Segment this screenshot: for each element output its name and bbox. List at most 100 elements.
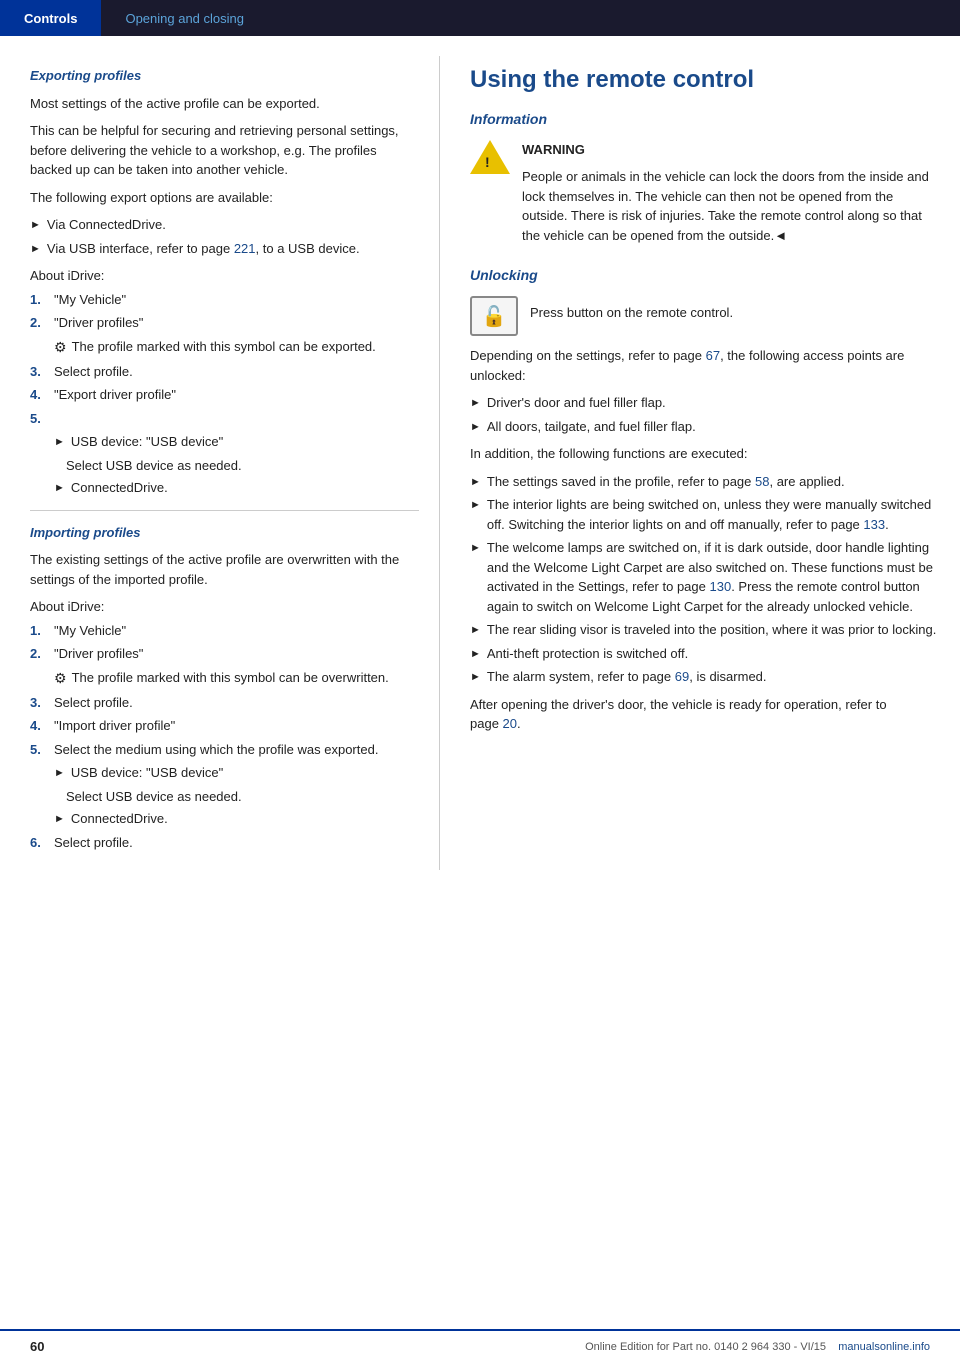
func-bullet-4: ► The rear sliding visor is traveled int… <box>470 620 940 640</box>
export-steps: 1. "My Vehicle" 2. "Driver profiles" ⚙ T… <box>30 290 419 498</box>
page-footer: 60 Online Edition for Part no. 0140 2 96… <box>0 1329 960 1362</box>
info-title: Information <box>470 109 940 130</box>
func-bullet-5-text: Anti-theft protection is switched off. <box>487 644 688 664</box>
page-ref-69: 69 <box>675 669 689 684</box>
func-bullet-3: ► The welcome lamps are switched on, if … <box>470 538 940 616</box>
export-step-5: 5. <box>30 409 419 429</box>
export-p3: The following export options are availab… <box>30 188 419 208</box>
bullet-arrow-icon: ► <box>54 811 65 828</box>
unlock-p1: Depending on the settings, refer to page… <box>470 346 940 385</box>
step-text: Select USB device as needed. <box>66 787 242 807</box>
footer-site: manualsonline.info <box>838 1341 930 1353</box>
unlock-bullets: ► Driver's door and fuel filler flap. ► … <box>470 393 940 436</box>
step-text: The profile marked with this symbol can … <box>72 668 389 688</box>
page-ref-58: 58 <box>755 474 769 489</box>
bullet-arrow-icon: ► <box>54 434 65 451</box>
step-num: 2. <box>30 313 46 333</box>
page-ref-20: 20 <box>503 716 517 731</box>
step-text: "Driver profiles" <box>54 313 143 333</box>
step-num: 6. <box>30 833 46 853</box>
step-text: Select the medium using which the profil… <box>54 740 378 760</box>
bullet-arrow-icon: ► <box>470 497 481 514</box>
bullet-arrow-icon: ► <box>54 480 65 497</box>
warning-triangle-icon <box>470 140 510 174</box>
bullet-arrow-icon: ► <box>470 474 481 491</box>
import-step-5: 5. Select the medium using which the pro… <box>30 740 419 760</box>
warning-content: WARNING People or animals in the vehicle… <box>522 140 940 254</box>
import-step-6: 6. Select profile. <box>30 833 419 853</box>
import-step-3: 3. Select profile. <box>30 693 419 713</box>
step-text: "My Vehicle" <box>54 621 126 641</box>
bullet-arrow-icon: ► <box>470 540 481 557</box>
export-step-2a: ⚙ The profile marked with this symbol ca… <box>54 337 419 358</box>
footer-text-content: Online Edition for Part no. 0140 2 964 3… <box>585 1341 826 1353</box>
about-idrive-label: About iDrive: <box>30 266 419 286</box>
step-text: The profile marked with this symbol can … <box>72 337 376 357</box>
import-step-1: 1. "My Vehicle" <box>30 621 419 641</box>
import-steps: 1. "My Vehicle" 2. "Driver profiles" ⚙ T… <box>30 621 419 853</box>
step-text: USB device: "USB device" <box>71 763 223 783</box>
warning-text: People or animals in the vehicle can loc… <box>522 167 940 245</box>
unlock-icon-box: 🔓 <box>470 296 518 336</box>
export-step-1: 1. "My Vehicle" <box>30 290 419 310</box>
export-bullet-1-text: Via ConnectedDrive. <box>47 215 166 235</box>
after-p: After opening the driver's door, the veh… <box>470 695 940 734</box>
export-step-5b: ► ConnectedDrive. <box>54 478 419 498</box>
export-step-2: 2. "Driver profiles" <box>30 313 419 333</box>
bullet-arrow-icon: ► <box>470 669 481 686</box>
bullet-arrow-icon: ► <box>470 646 481 663</box>
bullet-arrow-icon: ► <box>470 395 481 412</box>
page-ref-133: 133 <box>863 517 885 532</box>
gear-icon: ⚙ <box>54 668 67 689</box>
nav-opening-label: Opening and closing <box>125 11 244 26</box>
step-text: Select USB device as needed. <box>66 456 242 476</box>
about-idrive-label2: About iDrive: <box>30 597 419 617</box>
func-bullet-1-text: The settings saved in the profile, refer… <box>487 472 845 492</box>
warning-label: WARNING <box>522 140 940 160</box>
page-ref-221: 221 <box>234 241 256 256</box>
main-title: Using the remote control <box>470 66 940 95</box>
step-text: Select profile. <box>54 833 133 853</box>
import-p1: The existing settings of the active prof… <box>30 550 419 589</box>
step-text: "Import driver profile" <box>54 716 175 736</box>
unlock-bullet-1: ► Driver's door and fuel filler flap. <box>470 393 940 413</box>
top-navigation: Controls Opening and closing <box>0 0 960 36</box>
functions-p: In addition, the following functions are… <box>470 444 940 464</box>
right-column: Using the remote control Information WAR… <box>440 56 960 870</box>
bullet-arrow-icon: ► <box>470 622 481 639</box>
export-bullet-2: ► Via USB interface, refer to page 221, … <box>30 239 419 259</box>
gear-icon: ⚙ <box>54 337 67 358</box>
step-num: 5. <box>30 740 46 760</box>
footer-text: Online Edition for Part no. 0140 2 964 3… <box>585 1341 930 1353</box>
bullet-arrow-icon: ► <box>470 419 481 436</box>
step-num: 1. <box>30 290 46 310</box>
func-bullet-6: ► The alarm system, refer to page 69, is… <box>470 667 940 687</box>
func-bullet-5: ► Anti-theft protection is switched off. <box>470 644 940 664</box>
step-text: ConnectedDrive. <box>71 478 168 498</box>
page-ref-67: 67 <box>706 348 720 363</box>
unlock-icon: 🔓 <box>482 304 507 329</box>
import-step-4: 4. "Import driver profile" <box>30 716 419 736</box>
unlock-bullet-1-text: Driver's door and fuel filler flap. <box>487 393 666 413</box>
unlocking-title: Unlocking <box>470 265 940 286</box>
step-text: "Driver profiles" <box>54 644 143 664</box>
func-bullet-4-text: The rear sliding visor is traveled into … <box>487 620 936 640</box>
step-text: Select profile. <box>54 693 133 713</box>
page-number: 60 <box>30 1339 44 1354</box>
section-separator <box>30 510 419 511</box>
warning-box: WARNING People or animals in the vehicle… <box>470 140 940 254</box>
step-text: "Export driver profile" <box>54 385 176 405</box>
step-text: "My Vehicle" <box>54 290 126 310</box>
import-step-5a: ► USB device: "USB device" <box>54 763 419 783</box>
nav-opening-closing[interactable]: Opening and closing <box>101 0 268 36</box>
import-step-2a: ⚙ The profile marked with this symbol ca… <box>54 668 419 689</box>
func-bullet-2: ► The interior lights are being switched… <box>470 495 940 534</box>
export-step-4: 4. "Export driver profile" <box>30 385 419 405</box>
export-bullet-1: ► Via ConnectedDrive. <box>30 215 419 235</box>
importing-title: Importing profiles <box>30 523 419 543</box>
unlock-instruction: Press button on the remote control. <box>530 303 733 323</box>
export-p1: Most settings of the active profile can … <box>30 94 419 114</box>
exporting-title: Exporting profiles <box>30 66 419 86</box>
step-num: 3. <box>30 362 46 382</box>
nav-controls[interactable]: Controls <box>0 0 101 36</box>
